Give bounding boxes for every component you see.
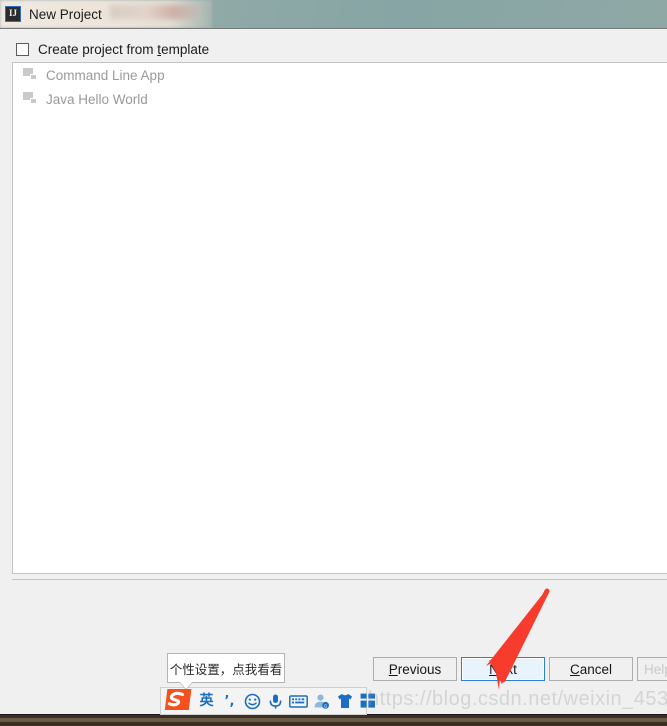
previous-button[interactable]: Previous <box>373 657 457 681</box>
cancel-button[interactable]: Cancel <box>549 657 633 681</box>
punctuation-toggle[interactable]: ’, <box>218 688 241 714</box>
list-item[interactable]: Java Hello World <box>13 87 667 111</box>
cancel-button-mnemonic: C <box>569 661 580 677</box>
soft-keyboard-icon[interactable] <box>287 688 310 714</box>
create-from-template-label: Create project from template <box>38 42 209 57</box>
dialog-button-bar: Previous Next Cancel Help <box>373 657 667 681</box>
ime-punctuation-glyph: ’, <box>224 693 235 709</box>
list-item-label: Java Hello World <box>46 91 148 107</box>
toolbox-grid-icon[interactable] <box>356 688 379 714</box>
previous-button-mnemonic: P <box>388 661 398 677</box>
taskbar-strip <box>0 714 667 726</box>
ime-tooltip[interactable]: 个性设置，点我看看 <box>167 653 285 683</box>
language-mode-english[interactable]: 英 <box>195 688 218 714</box>
checkbox-label-part1: Create project from <box>38 41 158 57</box>
module-folder-icon <box>23 68 39 82</box>
list-item-label: Command Line App <box>46 67 165 83</box>
cancel-button-label: ancel <box>579 661 613 677</box>
next-button-label: ext <box>498 661 517 677</box>
template-list-panel[interactable]: Command Line App Java Hello World <box>12 62 667 574</box>
skin-theme-icon[interactable] <box>333 688 356 714</box>
ime-english-glyph: 英 <box>199 693 214 709</box>
help-button[interactable]: Help <box>637 657 667 681</box>
sogou-s-logo[interactable] <box>161 684 193 715</box>
intellij-idea-icon <box>5 6 21 22</box>
ime-tooltip-text: 个性设置，点我看看 <box>169 661 283 677</box>
window-title: New Project <box>29 6 102 22</box>
next-button-mnemonic: N <box>489 661 499 677</box>
create-from-template-row[interactable]: Create project from template <box>16 40 209 58</box>
dialog-titlebar[interactable]: New Project <box>0 0 190 28</box>
new-project-dialog: Create project from template Command Lin… <box>0 28 667 714</box>
voice-input-icon[interactable] <box>264 688 287 714</box>
create-from-template-checkbox[interactable] <box>16 42 29 56</box>
previous-button-label: revious <box>397 661 442 677</box>
help-button-label: Help <box>644 661 667 677</box>
user-account-icon[interactable]: G <box>310 688 333 714</box>
next-button[interactable]: Next <box>461 657 545 681</box>
emoji-smiley-icon[interactable] <box>241 688 264 714</box>
list-item[interactable]: Command Line App <box>13 63 667 87</box>
module-folder-icon <box>23 92 39 106</box>
checkbox-label-part2: emplate <box>161 41 210 57</box>
svg-text:G: G <box>324 703 328 708</box>
